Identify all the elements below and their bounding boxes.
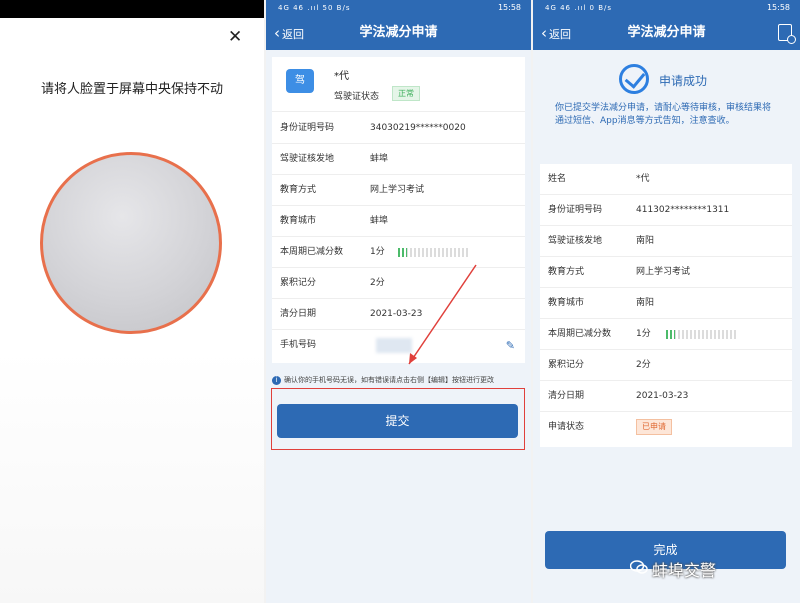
edit-pencil-icon[interactable]: ✎ [506, 330, 515, 361]
face-camera-view [40, 152, 222, 334]
success-message: 你已提交学法减分申请，请耐心等待审核，审核结果将通过短信、App消息等方式告知，… [555, 103, 772, 126]
nav-bar: ‹ 返回 学法减分申请 [266, 16, 531, 50]
points-progress-fill [398, 248, 407, 257]
wechat-icon [630, 560, 648, 574]
close-icon[interactable]: ✕ [228, 28, 242, 46]
row-accumulated-points: 累积记分 2分 [272, 268, 525, 299]
row-education-city: 教育城市 蚌埠 [272, 206, 525, 237]
row-points-reduced: 本周期已减分数 1分 [272, 237, 525, 268]
points-progress-fill [666, 330, 675, 339]
clock: 15:58 [497, 3, 521, 12]
row-education-mode: 教育方式 网上学习考试 [272, 175, 525, 206]
driver-name: *代 [334, 71, 349, 82]
status-bar: 4G 46 .ııl 0 B/s 15:58 [533, 0, 800, 16]
row-phone: 手机号码 ✎ [272, 330, 525, 361]
row-issue-place: 驾驶证核发地 南阳 [540, 226, 792, 257]
row-application-status: 申请状态 已申请 [540, 412, 792, 443]
face-prompt: 请将人脸置于屏幕中央保持不动 [40, 82, 223, 97]
signal-indicators: 4G 46 .ııl 50 B/s [278, 4, 351, 12]
status-badge: 正常 [392, 86, 420, 101]
phone-value-blurred [376, 338, 412, 353]
watermark: 蚌埠交警 [652, 561, 717, 580]
row-name: 姓名 *代 [540, 164, 792, 195]
top-bar [0, 0, 264, 18]
row-issue-place: 驾驶证核发地 蚌埠 [272, 144, 525, 175]
hint-text: 确认你的手机号码无误，如有错误请点击右侧【编辑】按钮进行更改 [284, 376, 494, 384]
info-list: 身份证明号码 34030219******0020 驾驶证核发地 蚌埠 教育方式 网上… [272, 113, 525, 361]
result-card: 姓名 *代 身份证明号码 411302********1311 驾驶证核发地 南阳 教… [540, 164, 792, 447]
success-check-icon [619, 64, 649, 94]
back-button[interactable]: ‹ 返回 [274, 16, 304, 52]
row-clear-date: 清分日期 2021-03-23 [272, 299, 525, 330]
success-panel: 申请成功 你已提交学法减分申请，请耐心等待审核，审核结果将通过短信、App消息等… [533, 52, 800, 154]
back-label: 返回 [282, 28, 304, 41]
applied-badge: 已申请 [636, 418, 672, 435]
points-progress-bar [398, 248, 470, 257]
nav-bar: ‹ 返回 学法减分申请 [533, 16, 800, 50]
chevron-left-icon: ‹ [274, 24, 280, 42]
points-progress-bar [666, 330, 738, 339]
license-header: 驾 *代 驾驶证状态 正常 [272, 57, 525, 112]
status-bar: 4G 46 .ııl 50 B/s 15:58 [266, 0, 531, 16]
form-card: 驾 *代 驾驶证状态 正常 身份证明号码 34030219******0020 驾… [272, 57, 525, 363]
signal-indicators: 4G 46 .ııl 0 B/s [545, 4, 613, 12]
screens: ✕ 请将人脸置于屏幕中央保持不动 4G 46 .ııl 50 B/s 15:58… [0, 0, 800, 603]
row-education-mode: 教育方式 网上学习考试 [540, 257, 792, 288]
clock: 15:58 [766, 3, 790, 12]
application-screen: 4G 46 .ııl 50 B/s 15:58 ‹ 返回 学法减分申请 驾 *代 … [266, 0, 531, 603]
back-button[interactable]: ‹ 返回 [541, 16, 571, 52]
license-status-label: 驾驶证状态 [334, 92, 380, 102]
face-capture-screen: ✕ 请将人脸置于屏幕中央保持不动 [0, 0, 264, 603]
row-education-city: 教育城市 南阳 [540, 288, 792, 319]
license-icon: 驾 [286, 69, 314, 93]
page-title: 学法减分申请 [359, 25, 438, 40]
back-label: 返回 [549, 28, 571, 41]
background-fade [0, 350, 264, 603]
success-screen: 4G 46 .ııl 0 B/s 15:58 ‹ 返回 学法减分申请 申请成功 你… [533, 0, 800, 603]
row-accumulated-points: 累积记分 2分 [540, 350, 792, 381]
records-icon[interactable] [778, 24, 796, 44]
submit-button[interactable]: 提交 [277, 404, 518, 438]
row-clear-date: 清分日期 2021-03-23 [540, 381, 792, 412]
phone-hint: i 确认你的手机号码无误，如有错误请点击右侧【编辑】按钮进行更改 [272, 376, 527, 385]
info-icon: i [272, 376, 281, 385]
chevron-left-icon: ‹ [541, 24, 547, 42]
row-id-number: 身份证明号码 34030219******0020 [272, 113, 525, 144]
page-title: 学法减分申请 [627, 25, 706, 40]
row-points-reduced: 本周期已减分数 1分 [540, 319, 792, 350]
row-id-number: 身份证明号码 411302********1311 [540, 195, 792, 226]
success-title: 申请成功 [659, 74, 708, 88]
